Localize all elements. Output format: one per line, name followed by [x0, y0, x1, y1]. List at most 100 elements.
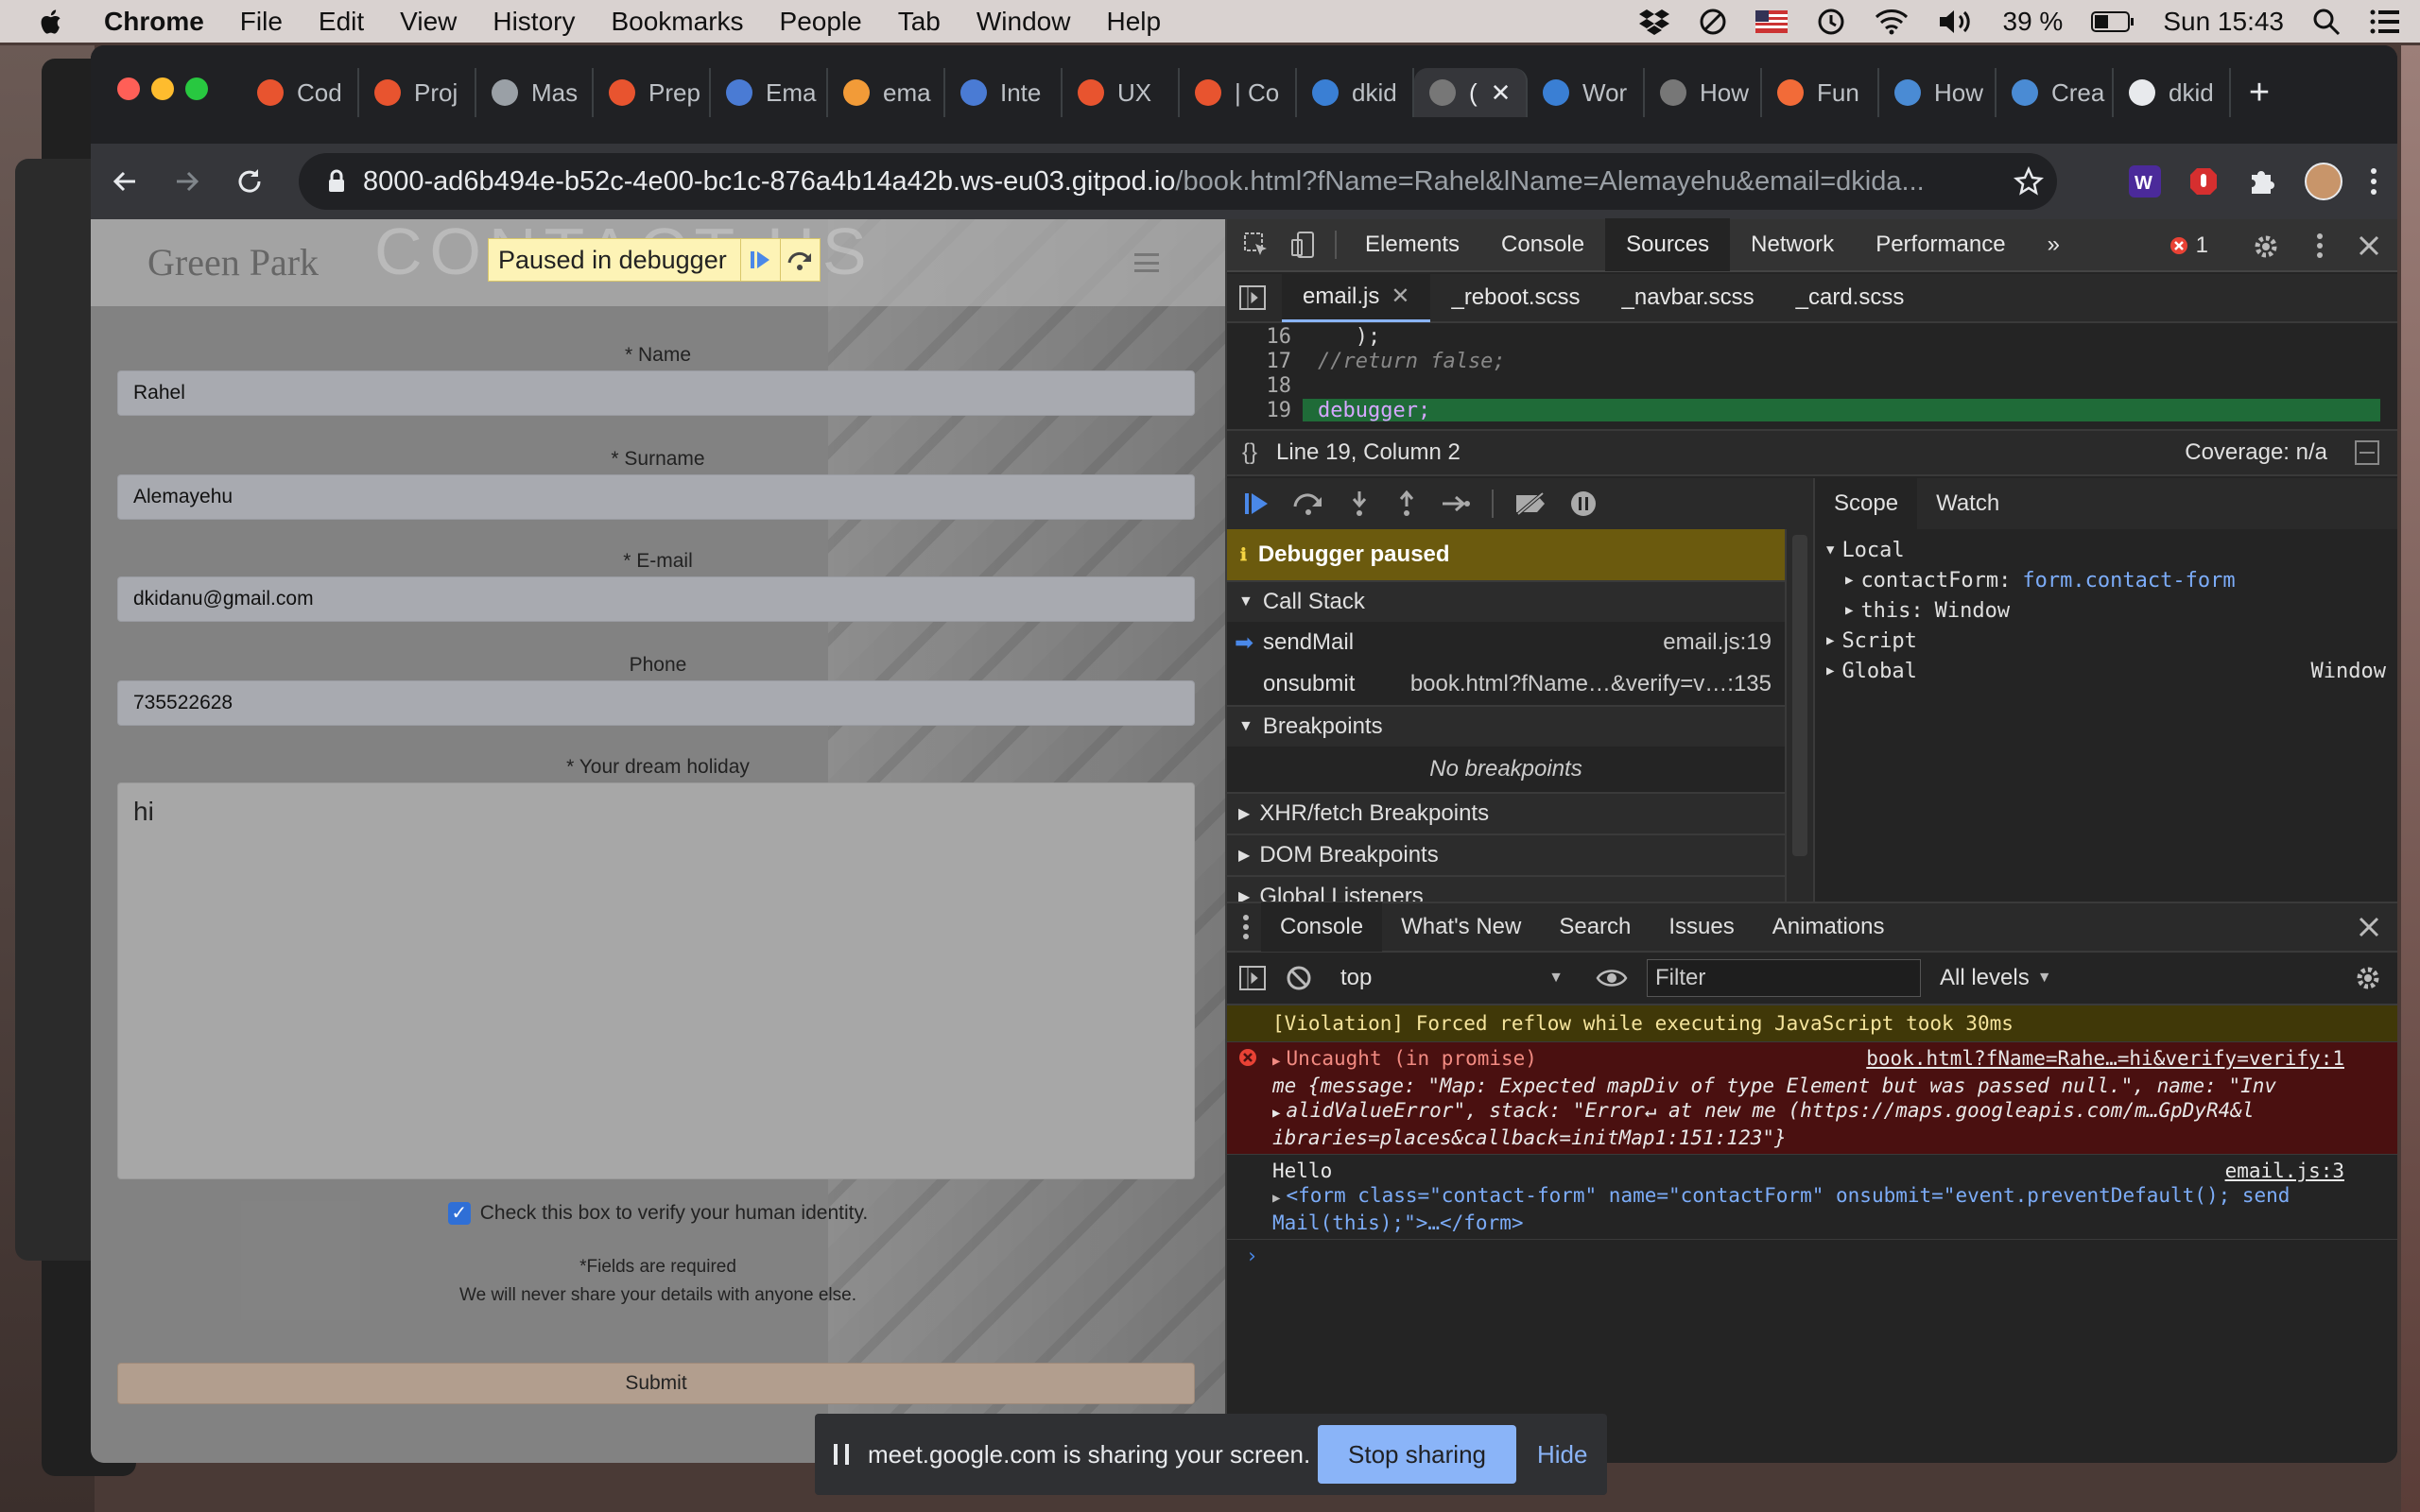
error-message[interactable]: ▶ Uncaught (in promise) book.html?fName=R…	[1227, 1042, 2397, 1155]
call-frame-onsubmit[interactable]: onsubmit book.html?fName…&verify=v…:135	[1227, 663, 1785, 705]
line-number[interactable]: 16	[1227, 325, 1303, 350]
new-tab-button[interactable]: +	[2231, 68, 2288, 117]
extension-w-icon[interactable]: W	[2129, 165, 2161, 198]
error-counter[interactable]: 1	[2169, 232, 2208, 259]
call-stack-header[interactable]: ▼ Call Stack	[1227, 580, 1785, 622]
browser-tab[interactable]: Prep	[594, 68, 711, 117]
submit-button[interactable]: Submit	[117, 1363, 1195, 1404]
context-selector[interactable]: top ▼	[1331, 965, 1577, 991]
hide-button[interactable]: Hide	[1537, 1425, 1587, 1484]
email-input[interactable]: dkidanu@gmail.com	[117, 576, 1195, 622]
tab-scope[interactable]: Scope	[1815, 478, 1918, 529]
code-editor[interactable]: 16 ); 17 //return false; 18 19 debugger;	[1227, 325, 2380, 429]
device-toolbar-button[interactable]	[1280, 231, 1327, 259]
line-number[interactable]: 17	[1227, 350, 1303, 374]
site-brand[interactable]: Green Park	[147, 240, 319, 284]
close-window-button[interactable]	[117, 77, 140, 100]
clock[interactable]: Sun 15:43	[2163, 7, 2284, 37]
volume-icon[interactable]	[1937, 8, 1975, 36]
browser-tab[interactable]: dkid	[1297, 68, 1414, 117]
browser-tab[interactable]: Wor	[1528, 68, 1645, 117]
browser-tab[interactable]: | Co	[1180, 68, 1297, 117]
breakpoints-header[interactable]: ▼ Breakpoints	[1227, 705, 1785, 747]
browser-tab[interactable]: Ema	[711, 68, 828, 117]
flag-icon[interactable]	[1754, 9, 1788, 33]
menu-view[interactable]: View	[400, 7, 457, 37]
holiday-textarea[interactable]: hi	[117, 782, 1195, 1179]
reload-button[interactable]	[221, 153, 278, 210]
menu-bookmarks[interactable]: Bookmarks	[611, 7, 743, 37]
drawer-menu-icon[interactable]	[1242, 914, 1250, 940]
browser-tab[interactable]: Inte	[945, 68, 1063, 117]
drawer-tab-whats-new[interactable]: What's New	[1382, 902, 1540, 952]
step-over-button[interactable]	[779, 239, 820, 281]
drawer-tab-search[interactable]: Search	[1540, 902, 1650, 952]
step-over-next-icon[interactable]	[1291, 490, 1325, 518]
coverage-toggle-icon[interactable]	[2354, 439, 2380, 466]
tab-watch[interactable]: Watch	[1917, 478, 2018, 529]
close-tab-icon[interactable]: ✕	[1491, 78, 1512, 108]
resume-script-icon[interactable]	[1242, 490, 1270, 518]
browser-tab[interactable]: Crea	[1996, 68, 2114, 117]
notification-center-icon[interactable]	[2369, 9, 2401, 35]
browser-tab[interactable]: Fun	[1762, 68, 1879, 117]
file-tab-email-js[interactable]: email.js ✕	[1282, 273, 1431, 322]
menu-history[interactable]: History	[493, 7, 575, 37]
dropbox-icon[interactable]	[1638, 8, 1670, 36]
bookmark-star-icon[interactable]	[2014, 166, 2044, 197]
toggle-sidebar-icon[interactable]	[1238, 965, 1267, 991]
expand-arrow-icon[interactable]: ▶	[1272, 1191, 1280, 1206]
battery-icon[interactable]	[2091, 10, 2135, 33]
more-tabs-button[interactable]: »	[2027, 218, 2081, 271]
call-frame-sendmail[interactable]: ➡ sendMail email.js:19	[1227, 622, 1785, 663]
surname-input[interactable]: Alemayehu	[117, 474, 1195, 520]
browser-tab[interactable]: How	[1879, 68, 1996, 117]
scope-global[interactable]: ▶ Global Window	[1826, 656, 2397, 686]
resume-button[interactable]	[739, 239, 780, 281]
deactivate-breakpoints-icon[interactable]	[1514, 491, 1548, 516]
stop-sharing-button[interactable]: Stop sharing	[1318, 1425, 1516, 1484]
drawer-tab-animations[interactable]: Animations	[1754, 902, 1904, 952]
tab-performance[interactable]: Performance	[1855, 218, 2026, 271]
back-button[interactable]	[96, 153, 153, 210]
menu-file[interactable]: File	[240, 7, 283, 37]
scope-local[interactable]: ▼ Local	[1826, 535, 2397, 565]
browser-tab[interactable]: (✕	[1414, 68, 1528, 117]
menu-tab[interactable]: Tab	[898, 7, 941, 37]
file-tab-navbar[interactable]: _navbar.scss	[1601, 273, 1775, 322]
settings-gear-icon[interactable]	[2252, 232, 2280, 261]
menu-app-name[interactable]: Chrome	[104, 7, 204, 37]
browser-tab[interactable]: How	[1645, 68, 1762, 117]
extension-hand-icon[interactable]	[2187, 165, 2220, 198]
browser-tab[interactable]: dkid	[2114, 68, 2231, 117]
pretty-print-icon[interactable]: {}	[1242, 439, 1257, 466]
live-expression-eye-icon[interactable]	[1596, 967, 1628, 989]
file-tab-card[interactable]: _card.scss	[1775, 273, 1926, 322]
toggle-navigator-icon[interactable]	[1238, 284, 1267, 311]
menu-people[interactable]: People	[780, 7, 862, 37]
browser-tab[interactable]: UX	[1063, 68, 1180, 117]
step-out-icon[interactable]	[1393, 490, 1420, 518]
line-number[interactable]: 19	[1227, 399, 1303, 423]
log-source-link[interactable]: email.js:3	[2225, 1159, 2344, 1183]
drawer-tab-console[interactable]: Console	[1261, 902, 1383, 952]
verify-checkbox[interactable]: ✓	[447, 1202, 471, 1225]
browser-tab[interactable]: Proj	[359, 68, 476, 117]
browser-tab[interactable]: ema	[828, 68, 945, 117]
inspect-button[interactable]	[1233, 232, 1280, 258]
lock-icon[interactable]	[327, 169, 346, 194]
clear-console-icon[interactable]	[1286, 965, 1312, 991]
step-into-icon[interactable]	[1346, 490, 1373, 518]
address-bar[interactable]: 8000-ad6b494e-b52c-4e00-bc1c-876a4b14a42…	[299, 153, 2057, 210]
step-icon[interactable]	[1441, 492, 1471, 515]
log-levels-dropdown[interactable]: All levels ▼	[1940, 965, 2052, 991]
close-drawer-icon[interactable]	[2358, 916, 2380, 938]
pause-icon[interactable]	[834, 1444, 849, 1465]
devtools-menu-icon[interactable]	[2316, 232, 2324, 259]
profile-avatar[interactable]	[2305, 163, 2342, 200]
forward-button[interactable]	[159, 153, 216, 210]
tab-console[interactable]: Console	[1480, 218, 1605, 271]
chrome-menu-icon[interactable]	[2369, 166, 2378, 197]
minimize-window-button[interactable]	[151, 77, 174, 100]
close-devtools-icon[interactable]	[2358, 234, 2380, 257]
